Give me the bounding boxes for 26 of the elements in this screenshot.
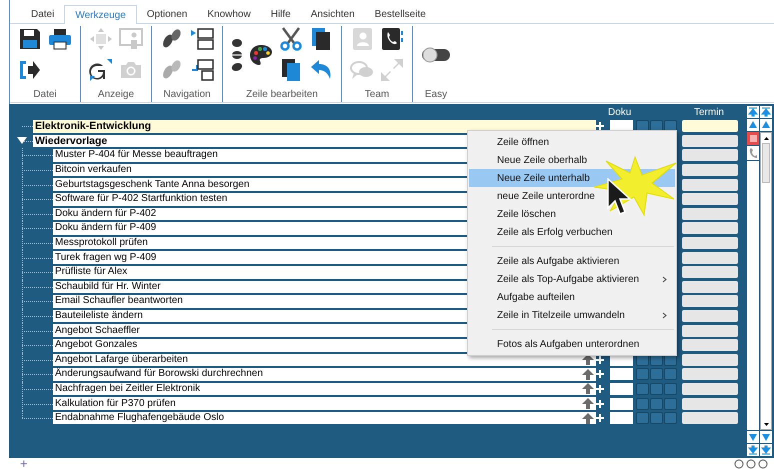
- column-header: Doku: [608, 106, 631, 119]
- group-label: Zeile bearbeiten: [246, 88, 318, 102]
- column-header: Termin: [692, 106, 725, 119]
- add-button[interactable]: +: [20, 458, 28, 469]
- tab[interactable]: Knowhow: [197, 6, 261, 23]
- tab[interactable]: Bestellseite: [364, 6, 436, 23]
- menu-item[interactable]: Zeile löschen: [469, 205, 675, 223]
- menu-item[interactable]: Neue Zeile oberhalb: [469, 151, 675, 169]
- menu-item[interactable]: neue Zeile unterordne: [469, 187, 675, 205]
- tab[interactable]: Hilfe: [260, 6, 301, 23]
- group-label: Datei: [33, 88, 57, 102]
- menu-item[interactable]: Zeile als Aufgabe aktivieren: [469, 252, 675, 270]
- menu-item[interactable]: Aufgabe aufteilen: [469, 288, 675, 306]
- tab[interactable]: Optionen: [136, 6, 198, 23]
- group-row[interactable]: Elektronik-Entwicklung: [33, 120, 596, 133]
- group-label: Team: [364, 88, 390, 102]
- group-label: Easy: [424, 88, 448, 102]
- menu-item[interactable]: Zeile als Erfolg verbuchen: [469, 223, 675, 241]
- menu-item[interactable]: Fotos als Aufgaben unterordnen: [469, 335, 675, 353]
- menu-item[interactable]: Zeile als Top-Aufgabe aktivieren: [469, 270, 675, 288]
- group-label: Anzeige: [98, 88, 134, 102]
- tab[interactable]: Ansichten: [300, 6, 365, 23]
- tab[interactable]: Datei: [21, 6, 64, 23]
- tab[interactable]: Werkzeuge: [64, 5, 137, 24]
- group-label: Navigation: [163, 88, 211, 102]
- menu-item[interactable]: Zeile in Titelzeile umwandeln: [469, 306, 675, 324]
